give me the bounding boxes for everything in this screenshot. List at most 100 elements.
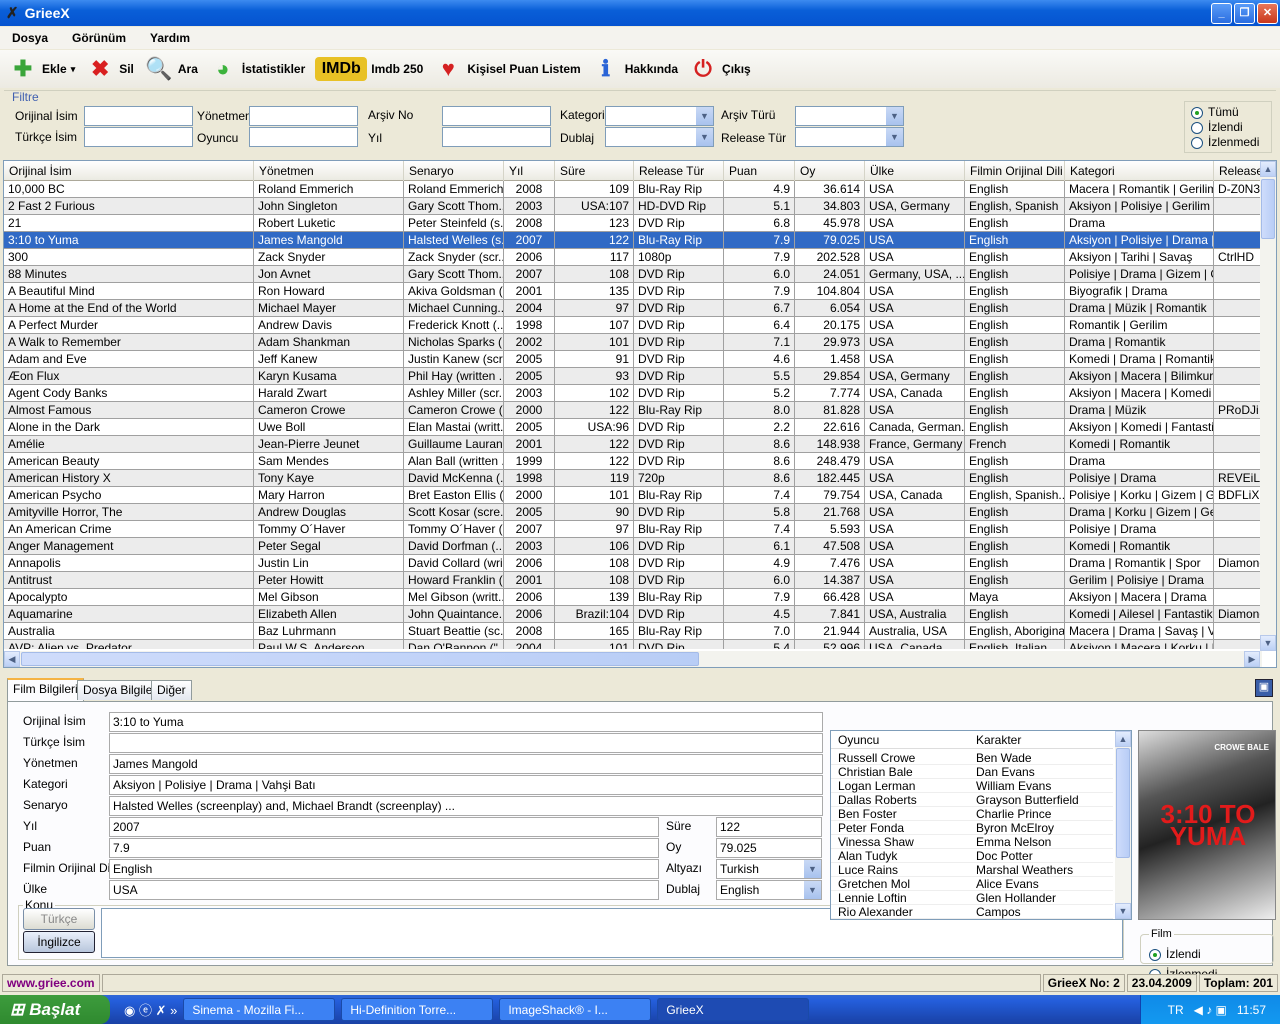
menu-yardim[interactable]: Yardım (138, 31, 202, 45)
table-row[interactable]: 88 Minutes Jon Avnet Gary Scott Thom... 200… (4, 266, 1266, 283)
column-header[interactable]: Oy (795, 161, 865, 181)
table-row[interactable]: A Perfect Murder Andrew Davis Frederick Kn… (4, 317, 1266, 334)
table-row[interactable]: 2 Fast 2 Furious John Singleton Gary Scott… (4, 198, 1266, 215)
minimize-button[interactable]: _ (1211, 3, 1232, 24)
table-row[interactable]: American History X Tony Kaye David McKenna… (4, 470, 1266, 487)
orijinal_isim-field[interactable]: 3:10 to Yuma (109, 712, 823, 732)
scroll-left-icon[interactable]: ◀ (4, 651, 20, 667)
column-header[interactable]: Release Tür (634, 161, 724, 181)
orijinal-isim-input[interactable] (84, 106, 193, 126)
table-row[interactable]: Apocalypto Mel Gibson Mel Gibson (writt...… (4, 589, 1266, 606)
turkce_isim-field[interactable] (109, 733, 823, 753)
cast-scrollbar[interactable]: ▲ ▼ (1115, 731, 1131, 919)
table-row[interactable]: Almost Famous Cameron Crowe Cameron Crowe … (4, 402, 1266, 419)
oyuncu-input[interactable] (249, 127, 358, 147)
maximize-button[interactable]: ❐ (1234, 3, 1255, 24)
hscroll-thumb[interactable] (21, 652, 699, 666)
column-header[interactable]: Release (1214, 161, 1266, 181)
cast-column-header[interactable]: Oyuncu (838, 733, 879, 747)
column-header[interactable]: Yönetmen (254, 161, 404, 181)
toolbar-button--k-[interactable]: ⏻ Çıkış (688, 54, 750, 84)
task-mozilla[interactable]: Sinema - Mozilla Fi... (183, 998, 336, 1021)
radio-izlendi-film[interactable]: İzlendi (1149, 944, 1265, 964)
table-row[interactable]: Æon Flux Karyn Kusama Phil Hay (written ..… (4, 368, 1266, 385)
yonetmen-field[interactable]: James Mangold (109, 754, 823, 774)
table-row[interactable]: Annapolis Justin Lin David Collard (wri...… (4, 555, 1266, 572)
website-link[interactable]: www.griee.com (2, 974, 100, 992)
altyazi-select[interactable]: Turkish ▼ (716, 859, 822, 879)
column-header[interactable]: Süre (555, 161, 634, 181)
quicklaunch-icons[interactable]: ◉ ⓔ ✗ » (124, 1000, 177, 1019)
turkce-isim-input[interactable] (84, 127, 193, 147)
toolbar-button-imdb-250[interactable]: IMDb Imdb 250 (315, 57, 423, 81)
table-row[interactable]: Amélie Jean-Pierre Jeunet Guillaume Lauran… (4, 436, 1266, 453)
table-row[interactable]: AVP: Alien vs. Predator Paul W.S. Anderso… (4, 640, 1266, 649)
radio-tumu[interactable]: Tümü (1191, 105, 1265, 120)
release-tur-select[interactable]: ▼ (795, 127, 904, 147)
task-grieex[interactable]: GrieeX (657, 998, 810, 1021)
cast-row[interactable]: Vinessa Shaw Emma Nelson (831, 835, 1113, 849)
close-button[interactable]: ✕ (1257, 3, 1278, 24)
ulke-field[interactable]: USA (109, 880, 659, 900)
cast-row[interactable]: Peter Fonda Byron McElroy (831, 821, 1113, 835)
vertical-scrollbar[interactable]: ▲ ▼ (1260, 161, 1276, 651)
cast-row[interactable]: Christian Bale Dan Evans (831, 765, 1113, 779)
column-header[interactable]: Senaryo (404, 161, 504, 181)
oy-field[interactable]: 79.025 (716, 838, 822, 858)
save-icon[interactable]: ▣ (1255, 679, 1273, 697)
column-header[interactable]: Yıl (504, 161, 555, 181)
toolbar-button-hakk-nda[interactable]: ℹ Hakkında (591, 54, 679, 84)
yonetmen-input[interactable] (249, 106, 358, 126)
tab-diger[interactable]: Diğer (151, 680, 192, 700)
table-row[interactable]: Antitrust Peter Howitt Howard Franklin (..… (4, 572, 1266, 589)
senaryo-field[interactable]: Halsted Welles (screenplay) and, Michael… (109, 796, 823, 816)
radio-izlenmedi[interactable]: İzlenmedi (1191, 135, 1265, 150)
cast-row[interactable]: Logan Lerman William Evans (831, 779, 1113, 793)
scroll-down-icon[interactable]: ▼ (1115, 903, 1131, 919)
kategori-field[interactable]: Aksiyon | Polisiye | Drama | Vahşi Batı (109, 775, 823, 795)
scroll-thumb[interactable] (1261, 179, 1275, 239)
scroll-right-icon[interactable]: ▶ (1244, 651, 1260, 667)
start-button[interactable]: ⊞ Başlat (0, 995, 110, 1024)
dublaj-select[interactable]: English ▼ (716, 880, 822, 900)
horizontal-scrollbar[interactable]: ◀ ▶ (4, 651, 1262, 667)
cast-row[interactable]: Lennie Loftin Glen Hollander (831, 891, 1113, 905)
table-row[interactable]: 3:10 to Yuma James Mangold Halsted Welles … (4, 232, 1266, 249)
column-header[interactable]: Puan (724, 161, 795, 181)
arsiv-turu-select[interactable]: ▼ (795, 106, 904, 126)
tray-icons[interactable]: ◀ ♪ ▣ (1194, 1003, 1227, 1017)
table-row[interactable]: A Home at the End of the World Michael Ma… (4, 300, 1266, 317)
dublaj-select[interactable]: ▼ (605, 127, 714, 147)
toolbar-button-sil[interactable]: ✖ Sil (85, 54, 134, 84)
toolbar-button-ekle[interactable]: ✚ Ekle ▾ (8, 54, 75, 84)
kategori-select[interactable]: ▼ (605, 106, 714, 126)
column-header[interactable]: Ülke (865, 161, 965, 181)
cast-row[interactable]: Luce Rains Marshal Weathers (831, 863, 1113, 877)
table-row[interactable]: A Walk to Remember Adam Shankman Nicholas … (4, 334, 1266, 351)
table-row[interactable]: Adam and Eve Jeff Kanew Justin Kanew (scr.… (4, 351, 1266, 368)
cast-column-header[interactable]: Karakter (976, 733, 1021, 747)
ingilizce-button[interactable]: İngilizce (23, 931, 95, 953)
cast-row[interactable]: Alan Tudyk Doc Potter (831, 849, 1113, 863)
sure-field[interactable]: 122 (716, 817, 822, 837)
yil-field[interactable]: 2007 (109, 817, 659, 837)
table-row[interactable]: Amityville Horror, The Andrew Douglas Scot… (4, 504, 1266, 521)
toolbar-button-i-statistikler[interactable]: ◕ İstatistikler (208, 54, 305, 84)
yil-input[interactable] (442, 127, 551, 147)
cast-row[interactable]: Gretchen Mol Alice Evans (831, 877, 1113, 891)
task-hidef[interactable]: Hi-Definition Torre... (341, 998, 494, 1021)
table-row[interactable]: 10,000 BC Roland Emmerich Roland Emmerich.… (4, 181, 1266, 198)
arsiv-no-input[interactable] (442, 106, 551, 126)
column-header[interactable]: Orijinal İsim (4, 161, 254, 181)
toolbar-button-ki-isel-puan-listem[interactable]: ♥ Kişisel Puan Listem (433, 54, 581, 84)
menu-gorunum[interactable]: Görünüm (60, 31, 138, 45)
table-row[interactable]: Aquamarine Elizabeth Allen John Quaintance… (4, 606, 1266, 623)
scroll-up-icon[interactable]: ▲ (1115, 731, 1131, 747)
column-header[interactable]: Kategori (1065, 161, 1214, 181)
menu-dosya[interactable]: Dosya (0, 31, 60, 45)
language-indicator[interactable]: TR (1168, 1003, 1184, 1017)
toolbar-button-ara[interactable]: 🔍 Ara (144, 54, 198, 84)
cast-row[interactable]: Rio Alexander Campos (831, 905, 1113, 919)
table-row[interactable]: Agent Cody Banks Harald Zwart Ashley Mille… (4, 385, 1266, 402)
table-row[interactable]: Alone in the Dark Uwe Boll Elan Mastai (wr… (4, 419, 1266, 436)
